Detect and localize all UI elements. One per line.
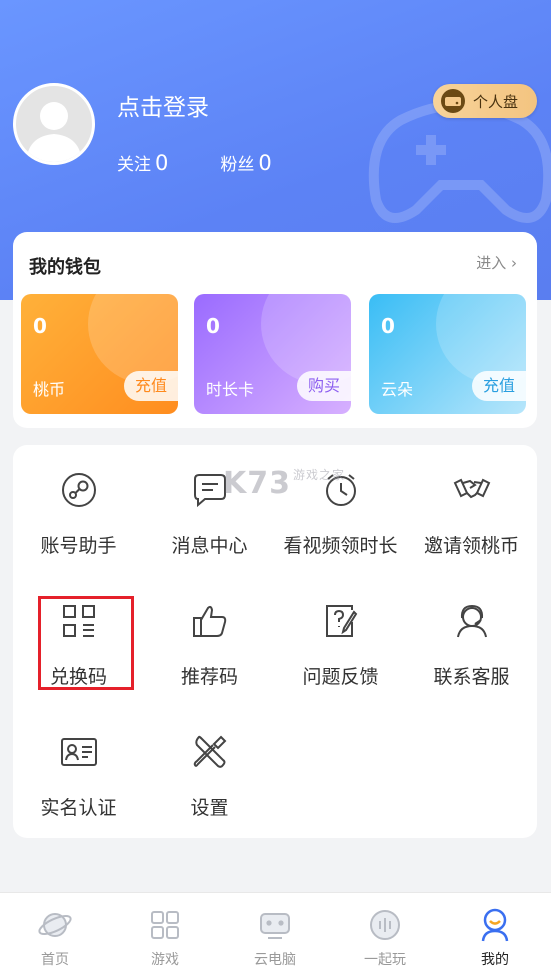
feature-menu: 账号助手 消息中心 看视频领时长 邀请领桃币 兑换码 推荐码 问题反馈 联系客服… — [13, 445, 537, 838]
menu-item-referral-code[interactable]: 推荐码 — [144, 576, 275, 688]
time-card-label: 时长卡 — [206, 380, 255, 399]
wallet-card: 我的钱包 进入 › 0 桃币 充值 0 时长卡 购买 0 云朵 充值 — [13, 232, 537, 428]
menu-item-label: 账号助手 — [40, 535, 117, 557]
peach-coin-value: 0 — [33, 314, 47, 338]
tab-home[interactable]: 首页 — [0, 893, 110, 972]
menu-item-label: 问题反馈 — [302, 666, 379, 688]
tab-label: 云电脑 — [254, 952, 296, 968]
tab-play-together[interactable]: 一起玩 — [330, 893, 440, 972]
menu-item-label: 消息中心 — [171, 535, 248, 557]
tools-icon — [193, 735, 227, 768]
tab-label: 首页 — [41, 952, 69, 968]
follow-stat[interactable]: 关注 0 — [117, 150, 168, 175]
customer-service-icon — [457, 604, 487, 638]
bottom-tab-bar: 首页 游戏 云电脑 一起玩 我的 — [0, 892, 551, 972]
fans-label: 粉丝 — [220, 155, 255, 175]
time-card-value: 0 — [206, 314, 220, 338]
grid-icon — [151, 911, 179, 939]
menu-item-label: 推荐码 — [180, 666, 238, 688]
wallet-cloud-card[interactable]: 0 云朵 充值 — [369, 294, 526, 414]
watermark: K73 游戏之家 — [223, 466, 345, 501]
redeem-code-highlight — [38, 596, 134, 690]
menu-item-label: 邀请领桃币 — [423, 535, 519, 557]
follow-count: 0 — [155, 151, 169, 175]
watermark-sub: 游戏之家 — [293, 468, 346, 482]
fans-stat[interactable]: 粉丝 0 — [220, 150, 271, 175]
peach-coin-recharge-button[interactable]: 充值 — [124, 371, 178, 401]
wallet-enter-link[interactable]: 进入 › — [476, 252, 517, 273]
play-together-icon — [370, 910, 400, 940]
steam-icon — [62, 473, 96, 507]
disk-button-label: 个人盘 — [473, 92, 519, 111]
profile-icon — [481, 908, 509, 942]
menu-item-account-helper[interactable]: 账号助手 — [13, 445, 144, 557]
thumbs-up-icon — [193, 605, 227, 637]
cloud-value: 0 — [381, 314, 395, 338]
menu-item-invite[interactable]: 邀请领桃币 — [406, 445, 537, 557]
tab-cloud-pc[interactable]: 云电脑 — [220, 893, 330, 972]
watermark-text: K73 — [223, 466, 291, 501]
personal-disk-button[interactable]: 个人盘 — [433, 84, 537, 118]
default-avatar-icon — [26, 102, 82, 162]
follow-stats: 关注 0 粉丝 0 — [117, 150, 272, 175]
tab-label: 游戏 — [151, 952, 179, 968]
follow-label: 关注 — [117, 155, 151, 175]
tab-mine[interactable]: 我的 — [440, 893, 550, 972]
tab-label: 我的 — [481, 952, 509, 968]
wallet-peach-coin-card[interactable]: 0 桃币 充值 — [21, 294, 178, 414]
avatar[interactable] — [13, 83, 95, 165]
menu-item-feedback[interactable]: 问题反馈 — [275, 576, 406, 688]
cloud-label: 云朵 — [381, 380, 414, 399]
disk-icon — [441, 89, 465, 113]
fans-count: 0 — [258, 151, 272, 175]
menu-item-customer-service[interactable]: 联系客服 — [406, 576, 537, 688]
tab-label: 一起玩 — [364, 952, 406, 968]
handshake-icon — [453, 478, 491, 499]
menu-item-label: 联系客服 — [433, 666, 510, 688]
cloud-recharge-button[interactable]: 充值 — [472, 371, 526, 401]
id-card-icon — [61, 738, 97, 766]
planet-icon — [38, 913, 72, 937]
cloud-pc-icon — [260, 913, 290, 939]
peach-coin-label: 桃币 — [33, 380, 66, 399]
menu-item-settings[interactable]: 设置 — [144, 707, 275, 819]
menu-item-label: 看视频领时长 — [283, 535, 398, 557]
menu-item-label: 设置 — [190, 797, 229, 819]
login-link[interactable]: 点击登录 — [117, 88, 209, 122]
feedback-icon — [326, 605, 358, 637]
time-card-buy-button[interactable]: 购买 — [297, 371, 351, 401]
wallet-time-card[interactable]: 0 时长卡 购买 — [194, 294, 351, 414]
wallet-title: 我的钱包 — [29, 257, 101, 278]
tab-games[interactable]: 游戏 — [110, 893, 220, 972]
menu-item-real-name[interactable]: 实名认证 — [13, 707, 144, 819]
menu-item-label: 实名认证 — [40, 797, 117, 819]
